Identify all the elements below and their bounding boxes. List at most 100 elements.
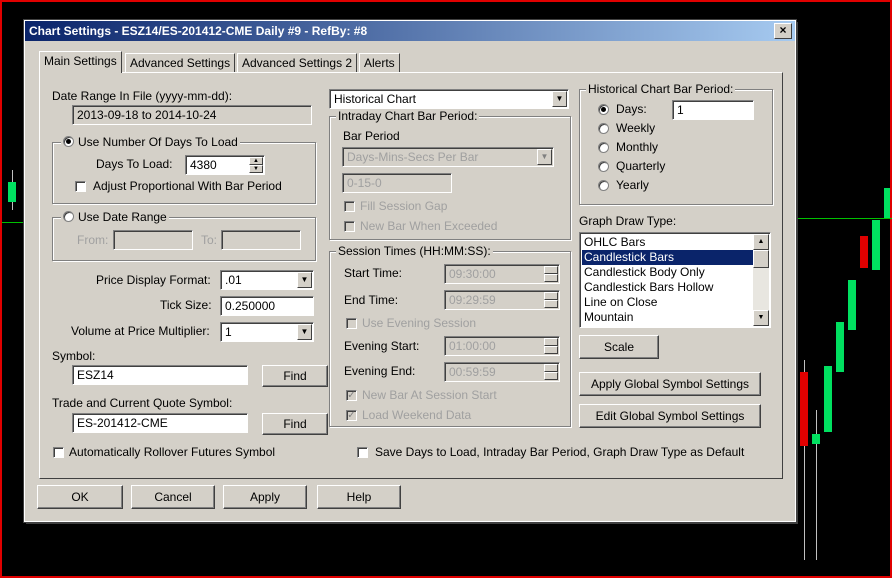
evening-end-spinner[interactable]: [544, 364, 558, 380]
evening-start-value: 01:00:00: [449, 339, 496, 353]
spin-up-icon[interactable]: [544, 292, 558, 300]
use-date-range-label: Use Date Range: [78, 210, 167, 224]
scroll-up-icon[interactable]: ▲: [753, 234, 769, 250]
tab-main-settings[interactable]: Main Settings: [39, 51, 122, 73]
list-item[interactable]: OHLC Bars: [582, 235, 756, 250]
cancel-button[interactable]: Cancel: [131, 485, 215, 509]
to-date-input[interactable]: [221, 230, 301, 250]
scroll-thumb[interactable]: [753, 250, 769, 268]
chevron-down-icon[interactable]: ▼: [297, 272, 312, 288]
scale-button[interactable]: Scale: [579, 335, 659, 359]
spin-down-icon[interactable]: ▼: [249, 165, 263, 173]
chevron-down-icon[interactable]: ▼: [537, 149, 552, 165]
days-to-load-input[interactable]: 4380 ▲ ▼: [185, 155, 265, 175]
apply-button[interactable]: Apply: [223, 485, 307, 509]
days-to-load-label: Days To Load:: [96, 157, 173, 171]
list-item[interactable]: Candlestick Bars Hollow: [582, 280, 756, 295]
bg-candle: [872, 220, 880, 270]
scroll-down-icon[interactable]: ▼: [753, 310, 769, 326]
load-weekend-checkbox[interactable]: ✓: [346, 410, 357, 421]
use-evening-checkbox[interactable]: [346, 318, 357, 329]
start-time-spinner[interactable]: [544, 266, 558, 282]
start-time-input[interactable]: 09:30:00: [444, 264, 560, 284]
end-time-label: End Time:: [344, 293, 399, 307]
edit-global-button[interactable]: Edit Global Symbol Settings: [579, 404, 761, 428]
tab-advanced-settings-2[interactable]: Advanced Settings 2: [237, 53, 358, 72]
days-to-load-group: Use Number Of Days To Load Days To Load:…: [52, 135, 316, 204]
trade-symbol-find-button[interactable]: Find: [262, 413, 328, 435]
start-time-label: Start Time:: [344, 266, 403, 280]
tick-size-input[interactable]: 0.250000: [220, 296, 314, 316]
list-item[interactable]: Candlestick Bars: [582, 250, 756, 265]
close-button[interactable]: ×: [774, 23, 792, 39]
start-time-value: 09:30:00: [449, 267, 496, 281]
auto-rollover-checkbox[interactable]: [53, 447, 64, 458]
graph-draw-label: Graph Draw Type:: [579, 214, 677, 228]
date-range-group: Use Date Range From: To:: [52, 210, 316, 261]
use-date-range-radio[interactable]: [63, 211, 74, 222]
trade-symbol-input[interactable]: ES-201412-CME: [72, 413, 248, 433]
evening-end-input[interactable]: 00:59:59: [444, 362, 560, 382]
use-days-radio[interactable]: [63, 136, 74, 147]
spin-down-icon[interactable]: [544, 300, 558, 308]
list-item[interactable]: Mountain: [582, 310, 756, 325]
spin-down-icon[interactable]: [544, 274, 558, 282]
new-bar-session-checkbox[interactable]: ✓: [346, 390, 357, 401]
monthly-radio[interactable]: [598, 142, 609, 153]
to-label: To:: [201, 233, 218, 247]
ok-button[interactable]: OK: [37, 485, 123, 509]
days-spinner[interactable]: ▲ ▼: [249, 157, 263, 173]
symbol-label: Symbol:: [52, 349, 96, 363]
tab-alerts[interactable]: Alerts: [359, 53, 400, 72]
end-time-spinner[interactable]: [544, 292, 558, 308]
use-days-label: Use Number Of Days To Load: [78, 135, 238, 149]
spin-down-icon[interactable]: [544, 372, 558, 380]
volume-mult-select[interactable]: 1 ▼: [220, 322, 314, 342]
use-evening-label: Use Evening Session: [362, 316, 477, 330]
yearly-radio[interactable]: [598, 180, 609, 191]
tab-advanced-settings[interactable]: Advanced Settings: [125, 53, 236, 72]
apply-global-button[interactable]: Apply Global Symbol Settings: [579, 372, 761, 396]
list-scrollbar[interactable]: ▲ ▼: [753, 234, 769, 326]
fill-gap-checkbox[interactable]: [344, 201, 355, 212]
spin-up-icon[interactable]: [544, 266, 558, 274]
bar-period-value: Days-Mins-Secs Per Bar: [347, 150, 479, 164]
spin-up-icon[interactable]: ▲: [249, 157, 263, 165]
spin-down-icon[interactable]: [544, 346, 558, 354]
new-bar-exceeded-checkbox[interactable]: [344, 221, 355, 232]
symbol-find-button[interactable]: Find: [262, 365, 328, 387]
bg-candle: [884, 188, 890, 218]
from-date-input[interactable]: [113, 230, 193, 250]
chart-type-select[interactable]: Historical Chart ▼: [329, 89, 569, 109]
bg-candle: [812, 434, 820, 444]
title-bar[interactable]: Chart Settings - ESZ14/ES-201412-CME Dai…: [25, 21, 795, 41]
days-input[interactable]: 1: [672, 100, 754, 120]
chart-type-value: Historical Chart: [334, 92, 417, 106]
price-format-select[interactable]: .01 ▼: [220, 270, 314, 290]
spin-up-icon[interactable]: [544, 364, 558, 372]
symbol-input[interactable]: ESZ14: [72, 365, 248, 385]
days-to-load-value: 4380: [190, 158, 217, 172]
list-item[interactable]: Line on Close: [582, 295, 756, 310]
evening-start-input[interactable]: 01:00:00: [444, 336, 560, 356]
chevron-down-icon[interactable]: ▼: [552, 91, 567, 107]
period-input[interactable]: 0-15-0: [342, 173, 452, 193]
auto-rollover-label: Automatically Rollover Futures Symbol: [69, 445, 276, 459]
bar-period-select[interactable]: Days-Mins-Secs Per Bar ▼: [342, 147, 554, 167]
spin-up-icon[interactable]: [544, 338, 558, 346]
save-default-checkbox[interactable]: [357, 447, 368, 458]
evening-start-spinner[interactable]: [544, 338, 558, 354]
graph-draw-list[interactable]: OHLC Bars Candlestick Bars Candlestick B…: [579, 232, 771, 328]
list-item[interactable]: Candlestick Body Only: [582, 265, 756, 280]
chevron-down-icon[interactable]: ▼: [297, 324, 312, 340]
date-range-field: 2013-09-18 to 2014-10-24: [72, 105, 312, 125]
days-radio[interactable]: [598, 104, 609, 115]
days-group-legend: Use Number Of Days To Load: [61, 135, 240, 149]
intraday-group: Intraday Chart Bar Period: Bar Period Da…: [329, 109, 571, 240]
help-button[interactable]: Help: [317, 485, 401, 509]
adjust-proportional-checkbox[interactable]: [75, 181, 86, 192]
weekly-radio[interactable]: [598, 123, 609, 134]
quarterly-radio[interactable]: [598, 161, 609, 172]
session-legend: Session Times (HH:MM:SS):: [336, 244, 493, 258]
end-time-input[interactable]: 09:29:59: [444, 290, 560, 310]
